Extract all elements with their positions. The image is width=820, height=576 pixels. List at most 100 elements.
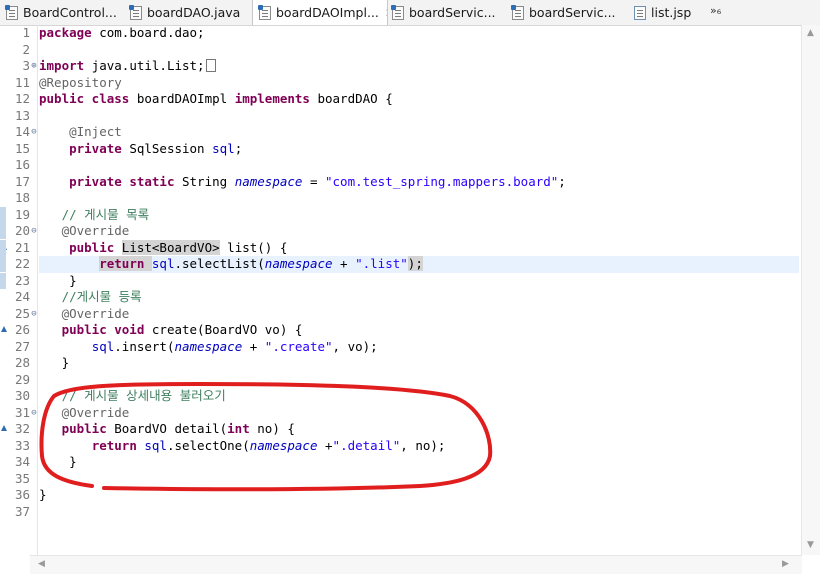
tab-board-controller[interactable]: BoardControl...: [0, 0, 124, 25]
collapsed-imports-icon[interactable]: [205, 59, 216, 72]
code-token: no) {: [257, 421, 295, 436]
code-token: @Inject: [39, 124, 122, 139]
code-token: ;: [558, 173, 566, 189]
code-line[interactable]: [39, 190, 799, 207]
code-token: sql: [151, 256, 175, 271]
code-line[interactable]: private static String namespace = "com.t…: [39, 174, 799, 191]
scroll-up-icon[interactable]: ▲: [807, 28, 814, 38]
line-number: 21: [14, 239, 30, 255]
horizontal-scrollbar[interactable]: ◀ ▶: [30, 555, 802, 574]
scroll-right-icon[interactable]: ▶: [782, 559, 789, 569]
code-line[interactable]: }: [39, 487, 799, 504]
code-line[interactable]: @Override: [39, 405, 799, 422]
code-token: +: [317, 437, 333, 453]
tab-board-service[interactable]: boardServic...: [386, 0, 506, 25]
code-line[interactable]: // 게시물 목록: [39, 207, 799, 224]
code-line[interactable]: [39, 471, 799, 488]
code-token: public: [61, 421, 115, 436]
code-line[interactable]: [39, 157, 799, 174]
code-line[interactable]: @Repository: [39, 75, 799, 92]
code-token: sql: [91, 338, 115, 354]
code-line[interactable]: sql.insert(namespace + ".create", vo);: [39, 339, 799, 356]
occurrence-marker: [0, 206, 6, 223]
code-editor[interactable]: 1 2 3 11 12 13 14 15 16 17 18 19 20 21 22 23 24 25 26 27 28 2…: [0, 25, 820, 560]
code-token: }: [39, 454, 77, 469]
override-marker-icon[interactable]: [1, 326, 7, 332]
code-line[interactable]: private SqlSession sql;: [39, 141, 799, 158]
tab-label: boardServic...: [409, 5, 496, 20]
line-number: 17: [14, 173, 30, 189]
code-token: +: [242, 338, 265, 354]
code-token: // 게시물 목록: [39, 206, 150, 222]
line-number: 26: [14, 322, 30, 337]
tab-board-dao-impl[interactable]: boardDAOImpl... ✕: [252, 0, 388, 25]
code-line[interactable]: public List<BoardVO> list() {: [39, 239, 799, 257]
code-line[interactable]: [39, 504, 799, 521]
code-line[interactable]: @Inject: [39, 124, 799, 141]
line-number: 14: [14, 124, 30, 139]
line-number: 19: [14, 206, 30, 222]
occurrence-marker: [0, 256, 6, 272]
tab-label: list.jsp: [651, 5, 692, 20]
java-file-icon: [129, 4, 142, 20]
code-line[interactable]: return sql.selectOne(namespace +".detail…: [39, 438, 799, 455]
code-token: //게시물 등록: [39, 289, 142, 304]
code-line[interactable]: public BoardVO detail(int no) {: [39, 421, 799, 438]
code-line[interactable]: package com.board.dao;: [39, 25, 799, 42]
code-line[interactable]: return sql.selectList(namespace + ".list…: [39, 256, 799, 273]
code-line[interactable]: }: [39, 273, 799, 290]
code-line[interactable]: @Override: [39, 306, 799, 323]
code-token: ".list": [355, 256, 408, 271]
scroll-down-icon[interactable]: ▼: [807, 540, 814, 550]
scroll-left-icon[interactable]: ◀: [38, 559, 45, 569]
line-number: 36: [14, 487, 30, 502]
editor-tab-bar: BoardControl... boardDAO.java boardDAOIm…: [0, 0, 820, 26]
gutter-divider: [37, 25, 38, 555]
code-line[interactable]: [39, 42, 799, 59]
code-line[interactable]: public class boardDAOImpl implements boa…: [39, 91, 799, 108]
line-number: 31: [14, 404, 30, 420]
code-token: }: [39, 272, 77, 288]
vertical-scrollbar[interactable]: ▲ ▼: [801, 25, 820, 555]
code-token: sql: [144, 437, 167, 453]
code-area[interactable]: package com.board.dao; import java.util.L…: [39, 25, 799, 520]
code-token: public void: [61, 322, 152, 337]
code-line[interactable]: }: [39, 355, 799, 372]
code-token: java.util.List;: [91, 58, 205, 73]
code-token: boardDAO {: [317, 91, 393, 106]
tab-board-service-impl[interactable]: boardServic...: [506, 0, 626, 25]
code-token: create(BoardVO vo) {: [151, 322, 303, 337]
tab-board-dao[interactable]: boardDAO.java: [124, 0, 252, 25]
code-token: return: [91, 437, 145, 453]
code-line[interactable]: @Override: [39, 223, 799, 240]
code-token: , no);: [400, 437, 446, 453]
line-number: 16: [14, 157, 30, 172]
code-token: implements: [234, 91, 318, 106]
code-token: namespace: [174, 338, 243, 354]
code-token: @Override: [39, 223, 130, 238]
code-line[interactable]: [39, 108, 799, 125]
tab-label: BoardControl...: [23, 5, 117, 20]
code-line[interactable]: }: [39, 454, 799, 471]
line-number: 27: [14, 338, 30, 354]
code-line[interactable]: import java.util.List;: [39, 58, 799, 75]
code-line[interactable]: // 게시물 상세내용 불러오기: [39, 388, 799, 405]
tab-list-jsp[interactable]: list.jsp: [628, 0, 706, 25]
code-token: list() {: [219, 239, 288, 255]
override-marker-icon[interactable]: [1, 425, 7, 431]
tab-overflow-button[interactable]: »₆: [710, 4, 721, 17]
line-number: 2: [22, 41, 30, 57]
code-line[interactable]: [39, 372, 799, 389]
line-number: 24: [14, 289, 30, 304]
code-line[interactable]: //게시물 등록: [39, 289, 799, 306]
line-number: 12: [14, 91, 30, 106]
code-token: BoardVO detail(: [114, 421, 228, 436]
code-line[interactable]: public void create(BoardVO vo) {: [39, 322, 799, 339]
line-number: 13: [14, 107, 30, 123]
code-token: .selectList(: [174, 256, 265, 271]
